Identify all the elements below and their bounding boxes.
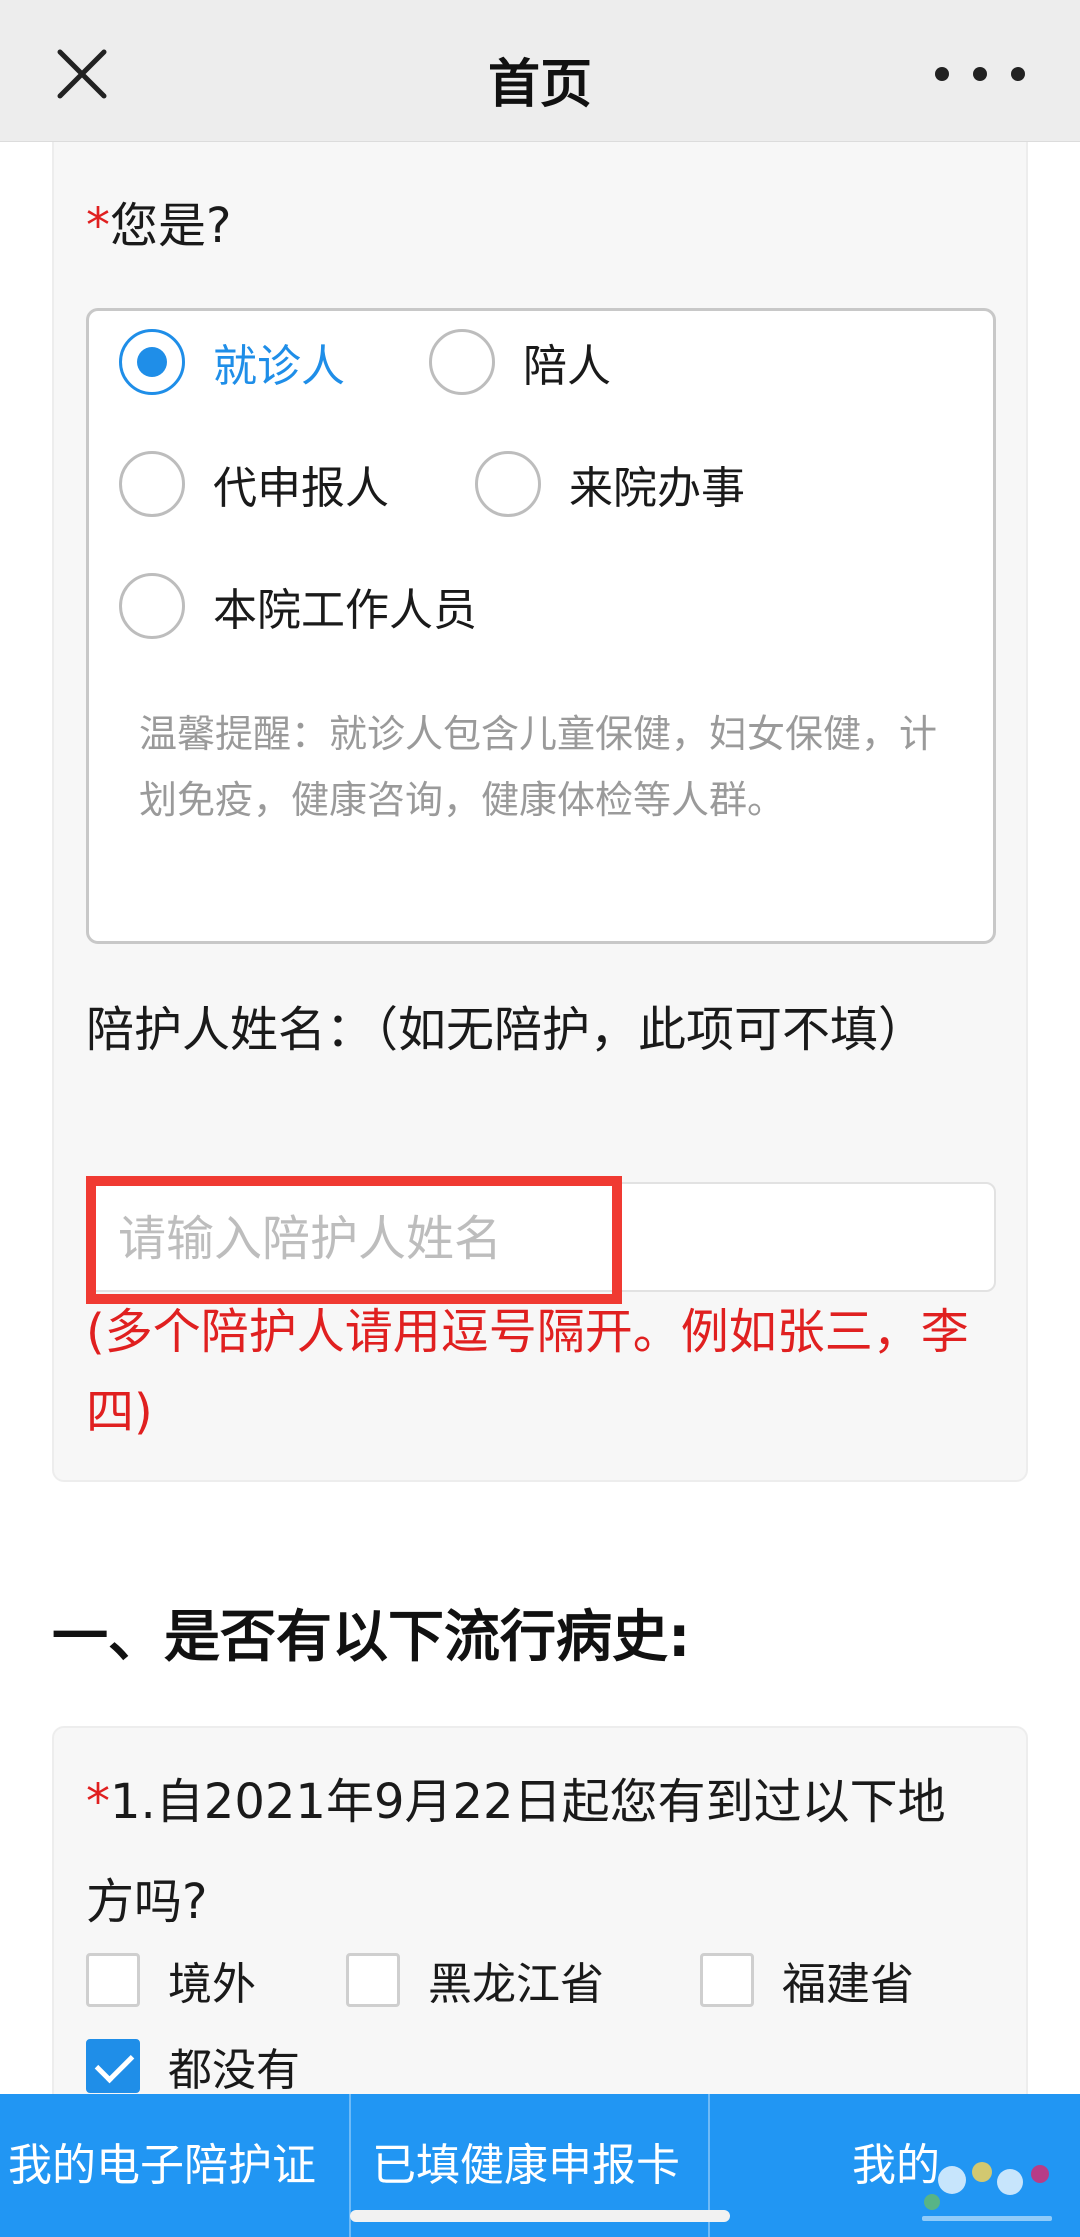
radio-label: 本院工作人员 bbox=[213, 585, 477, 636]
radio-checked-icon[interactable] bbox=[119, 329, 185, 395]
checkbox-abroad[interactable]: 境外 bbox=[86, 1948, 256, 2012]
nav-my-escort-pass[interactable]: 我的电子陪护证 bbox=[8, 2094, 316, 2237]
radio-staff[interactable]: 本院工作人员 bbox=[119, 573, 477, 639]
section-title: 一、是否有以下流行病史: bbox=[52, 1605, 691, 1670]
site-logo bbox=[922, 2162, 1052, 2221]
travel-question-text: 1.自2021年9月22日起您有到过以下地方吗? bbox=[86, 1774, 946, 1930]
radio-unchecked-icon[interactable] bbox=[475, 451, 541, 517]
checkbox-fujian[interactable]: 福建省 bbox=[700, 1948, 914, 2012]
checkbox-label: 境外 bbox=[168, 1959, 256, 2010]
radio-label: 来院办事 bbox=[569, 463, 745, 514]
travel-question: *1.自2021年9月22日起您有到过以下地方吗? bbox=[86, 1752, 986, 1952]
required-mark: * bbox=[86, 198, 110, 254]
checkbox-label: 黑龙江省 bbox=[428, 1959, 604, 2010]
radio-label: 代申报人 bbox=[213, 463, 389, 514]
checkbox-label: 都没有 bbox=[168, 2045, 300, 2096]
more-icon[interactable] bbox=[930, 64, 1030, 84]
companion-hint: (多个陪护人请用逗号隔开。例如张三，李四) bbox=[86, 1304, 969, 1440]
radio-agent[interactable]: 代申报人 bbox=[119, 451, 389, 517]
page-title: 首页 bbox=[487, 55, 592, 115]
checkbox-none[interactable]: 都没有 bbox=[86, 2034, 300, 2098]
required-mark: * bbox=[86, 1774, 110, 1830]
identity-question: *您是? bbox=[86, 186, 231, 256]
radio-business[interactable]: 来院办事 bbox=[475, 451, 745, 517]
checkbox-icon[interactable] bbox=[86, 1953, 140, 2007]
checkbox-icon[interactable] bbox=[700, 1953, 754, 2007]
radio-label: 陪人 bbox=[523, 341, 611, 392]
identity-options: 就诊人 陪人 代申报人 来院办事 本院工作人员 温馨提醒：就诊人包含儿童保健，妇… bbox=[86, 308, 996, 944]
top-bar: 首页 bbox=[0, 0, 1080, 142]
checkbox-label: 福建省 bbox=[782, 1959, 914, 2010]
radio-label: 就诊人 bbox=[213, 341, 345, 392]
radio-patient[interactable]: 就诊人 bbox=[119, 329, 345, 395]
radio-unchecked-icon[interactable] bbox=[429, 329, 495, 395]
radio-unchecked-icon[interactable] bbox=[119, 573, 185, 639]
radio-companion[interactable]: 陪人 bbox=[429, 329, 611, 395]
radio-unchecked-icon[interactable] bbox=[119, 451, 185, 517]
highlight-box bbox=[86, 1176, 622, 1304]
tip-text: 温馨提醒：就诊人包含儿童保健，妇女保健，计划免疫，健康咨询，健康体检等人群。 bbox=[139, 712, 938, 822]
checkbox-icon[interactable] bbox=[346, 1953, 400, 2007]
identity-question-text: 您是? bbox=[110, 198, 232, 254]
checkbox-heilongjiang[interactable]: 黑龙江省 bbox=[346, 1948, 604, 2012]
home-indicator bbox=[350, 2210, 730, 2222]
checkbox-checked-icon[interactable] bbox=[86, 2039, 140, 2093]
companion-name-label: 陪护人姓名：（如无陪护，此项可不填） bbox=[86, 1002, 927, 1058]
